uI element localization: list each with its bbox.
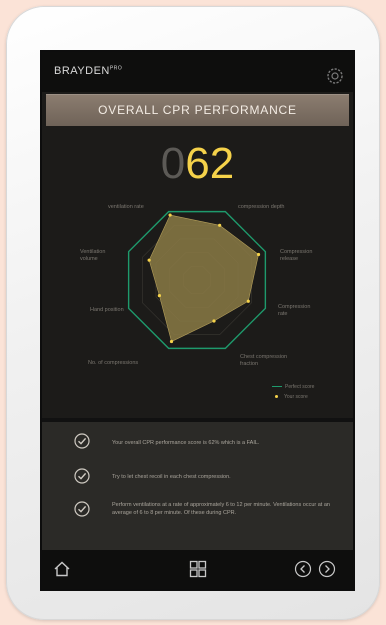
check-circle-icon — [74, 501, 90, 517]
feedback-text: Your overall CPR performance score is 62… — [112, 440, 260, 446]
check-circle-icon — [74, 433, 90, 449]
radar-label-compression-fraction: Chest compression fraction — [240, 354, 288, 367]
page-title: OVERALL CPR PERFORMANCE — [98, 103, 297, 117]
logo-mark: PRO — [109, 65, 123, 72]
radar-point — [168, 213, 172, 217]
radar-label-compression-release: Compression release — [280, 249, 313, 262]
gear-icon[interactable] — [325, 66, 345, 86]
radar-chart: ventilation rate compression depth Compr… — [42, 192, 353, 432]
logo-text: BRAYDEN — [54, 65, 110, 77]
home-icon[interactable] — [52, 559, 72, 579]
radar-label-ventilation-volume: Ventilation volume — [80, 249, 106, 262]
radar-point — [218, 223, 222, 227]
feedback-panel: Your overall CPR performance score is 62… — [42, 422, 353, 550]
legend-actual-label: Your score — [284, 394, 308, 400]
grid-icon[interactable] — [188, 559, 208, 579]
bottom-nav-bar — [42, 550, 353, 589]
legend-actual-swatch — [275, 395, 278, 399]
radar-label-hand-position: Hand position — [90, 307, 124, 313]
radar-point — [212, 319, 216, 323]
radar-point — [147, 258, 151, 262]
chevron-left-icon[interactable] — [294, 560, 312, 578]
chevron-right-icon[interactable] — [318, 560, 336, 578]
radar-label-compression-rate: Compression rate — [278, 304, 311, 317]
radar-point — [256, 252, 261, 257]
legend-target: Perfect score — [272, 384, 314, 390]
feedback-text: Try to let chest recoil in each chest co… — [112, 474, 231, 480]
app-logo: BRAYDENPRO — [54, 65, 122, 77]
score-leading-digit: 0 — [160, 139, 186, 188]
score-value: 62 — [185, 139, 235, 188]
radar-label-compression-depth: compression depth — [238, 204, 285, 210]
legend-target-swatch — [272, 386, 282, 388]
radar-performance-area — [148, 214, 259, 342]
radar-point — [169, 339, 174, 344]
radar-label-ventilation-rate: ventilation rate — [108, 204, 144, 210]
top-bar: BRAYDENPRO — [42, 52, 353, 92]
radar-label-no-of-compressions: No. of compressions — [88, 360, 139, 366]
tablet-frame: BRAYDENPRO OVERALL CPR PERFORMANCE 062 v… — [6, 6, 380, 620]
radar-point — [246, 299, 250, 303]
app-screen: BRAYDENPRO OVERALL CPR PERFORMANCE 062 v… — [42, 52, 353, 589]
legend-actual: Your score — [272, 394, 308, 400]
overall-score: 062 — [42, 142, 353, 186]
check-circle-icon — [74, 468, 90, 484]
section-title-bar: OVERALL CPR PERFORMANCE — [46, 94, 349, 126]
legend-target-label: Perfect score — [285, 384, 315, 390]
feedback-text: Perform ventilations at a rate of approx… — [112, 502, 330, 516]
radar-point — [157, 293, 161, 298]
